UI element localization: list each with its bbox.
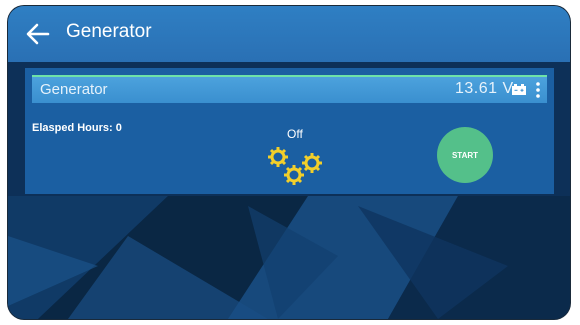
start-button[interactable]: START xyxy=(437,127,493,183)
generator-status: Off xyxy=(287,127,303,141)
app-header: Generator xyxy=(8,6,570,62)
more-vertical-icon[interactable] xyxy=(534,81,542,99)
generator-card-header: Generator 13.61 V xyxy=(32,75,547,103)
generator-card: Generator 13.61 V Elasped Hours: 0 Off S… xyxy=(25,68,554,194)
arrow-left-icon[interactable] xyxy=(26,23,50,45)
battery-icon xyxy=(512,84,526,95)
voltage-readout: 13.61 V xyxy=(455,80,514,97)
elapsed-hours: Elasped Hours: 0 xyxy=(32,122,122,134)
app-screen: Generator Generator 13.61 V Elasped Hour… xyxy=(8,6,570,319)
card-title: Generator xyxy=(40,81,108,98)
gears-icon xyxy=(268,147,322,185)
page-title: Generator xyxy=(66,21,152,42)
